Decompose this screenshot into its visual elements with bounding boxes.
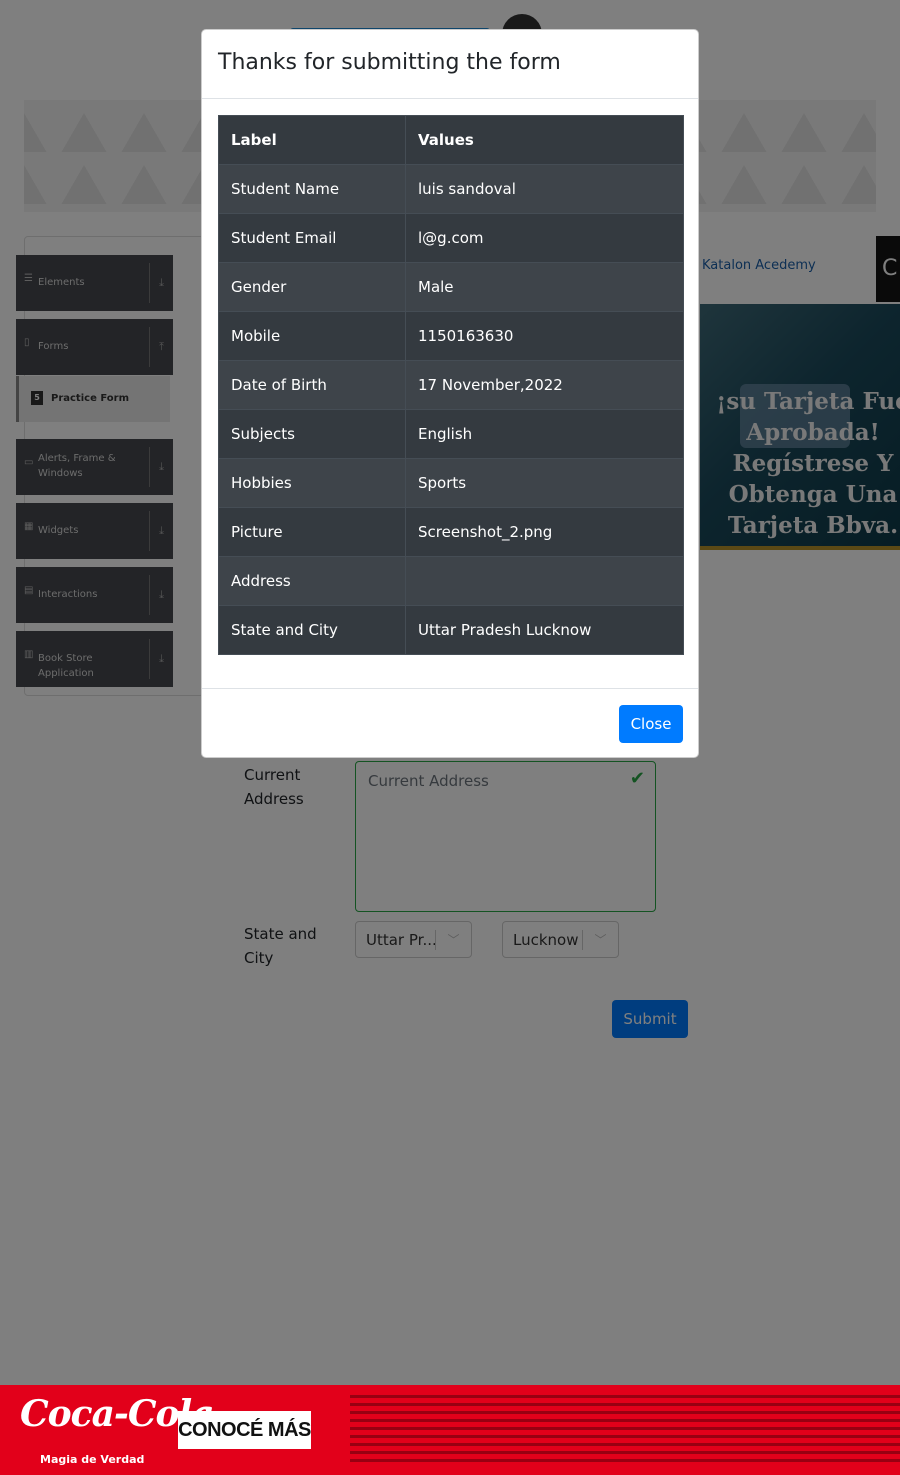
submission-modal: Thanks for submitting the form Label Val… — [201, 29, 699, 758]
row-label: State and City — [218, 605, 406, 655]
table-row: Address — [218, 556, 684, 606]
table-row: Subjects English — [218, 409, 684, 459]
table-row: Picture Screenshot_2.png — [218, 507, 684, 557]
row-value: 17 November,2022 — [405, 360, 684, 410]
table-row: Gender Male — [218, 262, 684, 312]
table-row: Mobile 1150163630 — [218, 311, 684, 361]
row-label: Hobbies — [218, 458, 406, 508]
modal-header: Thanks for submitting the form — [202, 30, 698, 99]
table-header-row: Label Values — [218, 115, 684, 165]
row-label: Subjects — [218, 409, 406, 459]
table-row: State and City Uttar Pradesh Lucknow — [218, 605, 684, 655]
row-label: Student Name — [218, 164, 406, 214]
row-label: Student Email — [218, 213, 406, 263]
ad-coca-cola[interactable]: Coca-Cola Magia de Verdad CONOCÉ MÁS — [0, 1385, 900, 1475]
row-value: Sports — [405, 458, 684, 508]
column-header: Label — [218, 115, 406, 165]
row-value: Male — [405, 262, 684, 312]
row-value: Screenshot_2.png — [405, 507, 684, 557]
table-row: Student Name luis sandoval — [218, 164, 684, 214]
table-row: Student Email l@g.com — [218, 213, 684, 263]
row-label: Mobile — [218, 311, 406, 361]
row-value: Uttar Pradesh Lucknow — [405, 605, 684, 655]
row-value: l@g.com — [405, 213, 684, 263]
column-header: Values — [405, 115, 684, 165]
row-value: English — [405, 409, 684, 459]
legal-fine-print — [350, 1395, 900, 1467]
row-label: Date of Birth — [218, 360, 406, 410]
results-table: Label Values Student Name luis sandoval S… — [218, 115, 684, 655]
row-value — [405, 556, 684, 606]
row-value: luis sandoval — [405, 164, 684, 214]
row-label: Picture — [218, 507, 406, 557]
table-row: Hobbies Sports — [218, 458, 684, 508]
row-label: Address — [218, 556, 406, 606]
row-label: Gender — [218, 262, 406, 312]
learn-more-button[interactable]: CONOCÉ MÁS — [178, 1411, 311, 1449]
modal-footer: Close — [202, 688, 698, 757]
row-value: 1150163630 — [405, 311, 684, 361]
table-row: Date of Birth 17 November,2022 — [218, 360, 684, 410]
coca-cola-tagline: Magia de Verdad — [40, 1453, 145, 1466]
modal-title: Thanks for submitting the form — [218, 50, 561, 75]
close-button[interactable]: Close — [619, 705, 683, 743]
